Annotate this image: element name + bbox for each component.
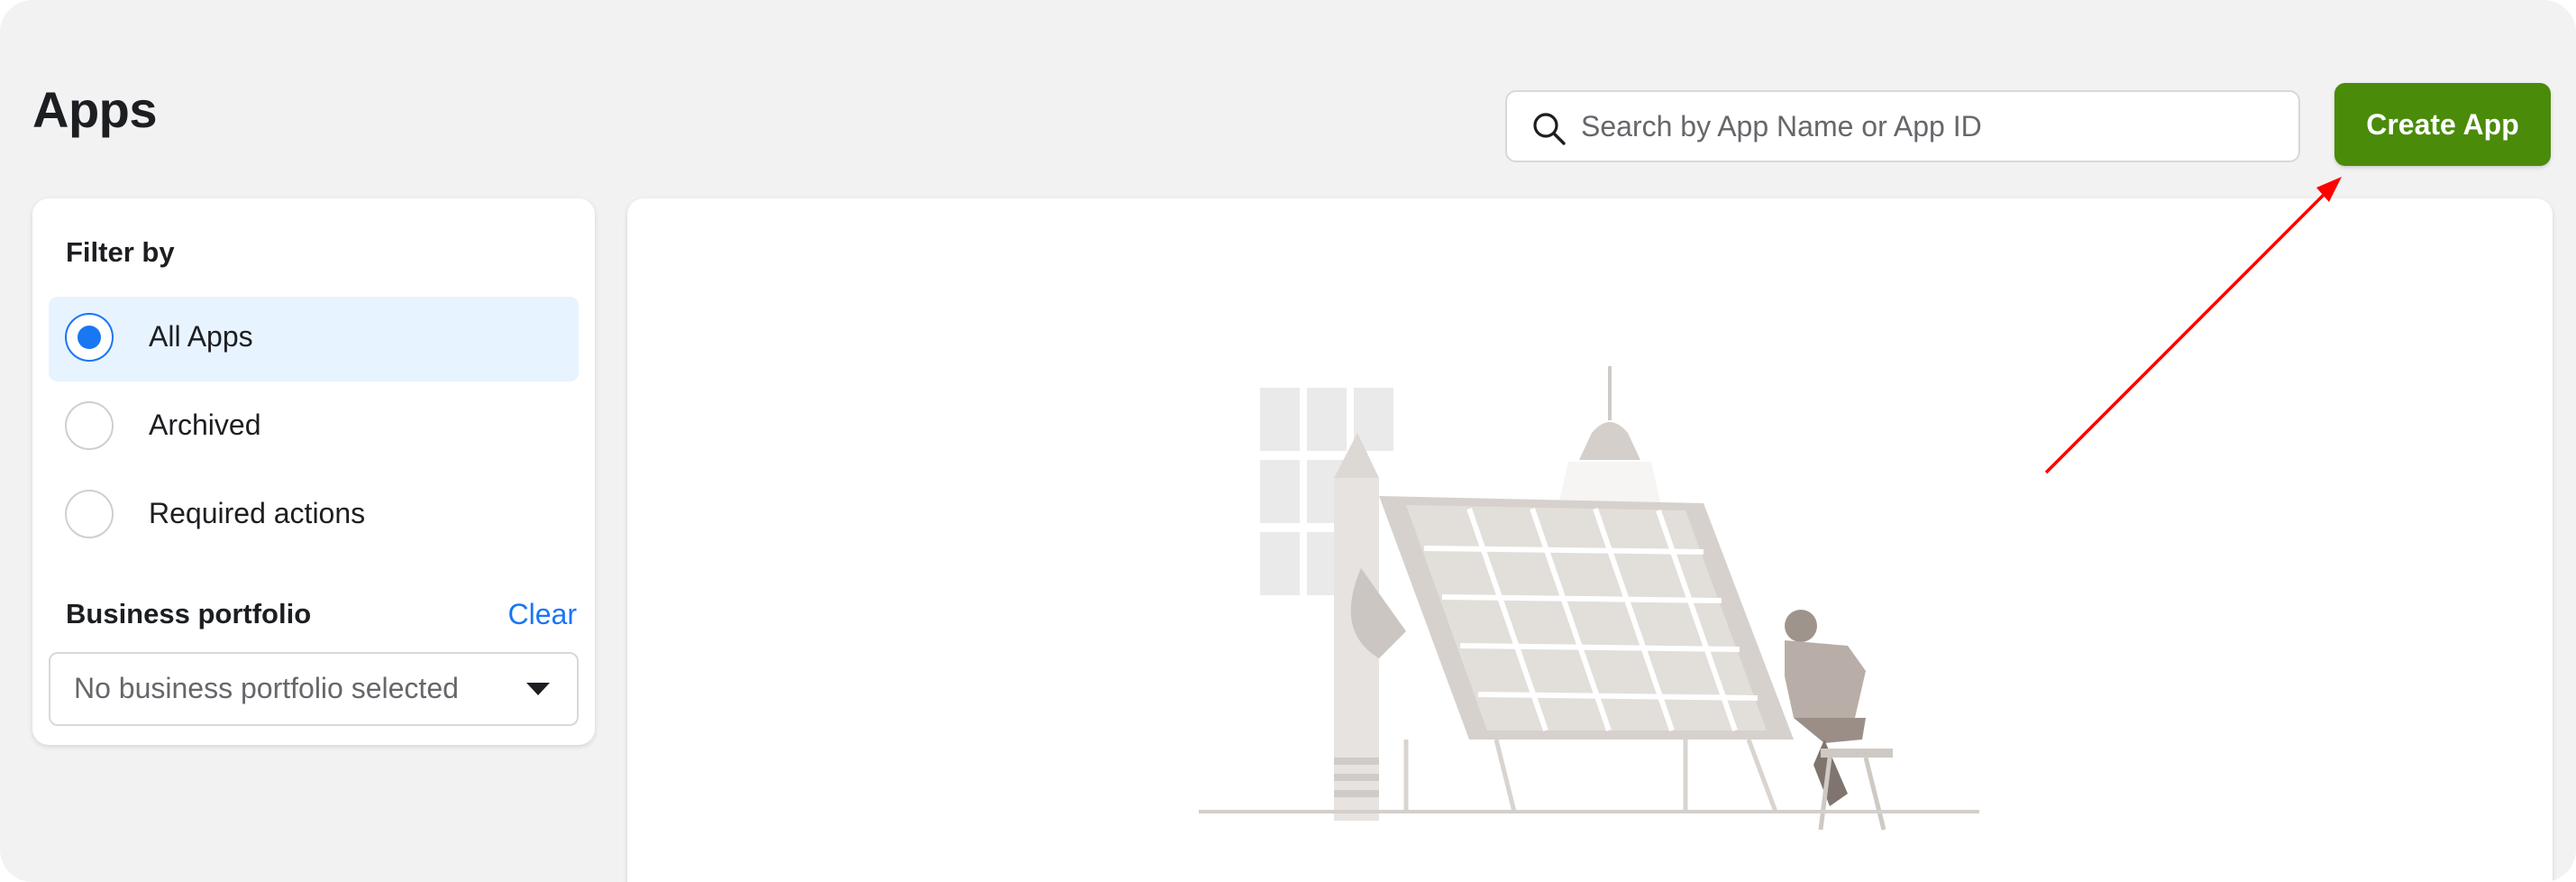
search-box[interactable] [1505,90,2300,162]
search-input[interactable] [1581,92,2275,161]
caret-down-icon [526,683,550,695]
page-title: Apps [32,81,158,138]
filter-option-label: Archived [149,409,261,441]
filter-option-required-actions[interactable]: Required actions [49,473,579,558]
clear-link[interactable]: Clear [508,598,577,631]
filter-option-label: Required actions [149,497,366,529]
filter-option-label: All Apps [149,320,253,353]
filter-option-archived[interactable]: Archived [49,385,579,470]
radio-button[interactable] [65,401,114,450]
business-portfolio-value: No business portfolio selected [74,672,459,704]
business-portfolio-select[interactable]: No business portfolio selected [49,652,579,726]
filter-title: Filter by [66,236,175,268]
search-icon [1533,113,1566,145]
business-portfolio-label: Business portfolio [66,598,312,629]
radio-button-checked[interactable] [65,313,114,362]
filter-option-all-apps[interactable]: All Apps [49,297,579,381]
empty-state-illustration [1199,366,1979,831]
filter-panel: Filter by All Apps Archived Required act… [32,198,595,745]
radio-button[interactable] [65,490,114,538]
radio-dot [78,326,101,349]
create-app-button[interactable]: Create App [2334,83,2551,166]
apps-page: Apps Create App Filter by All Apps Archi… [0,0,2576,882]
